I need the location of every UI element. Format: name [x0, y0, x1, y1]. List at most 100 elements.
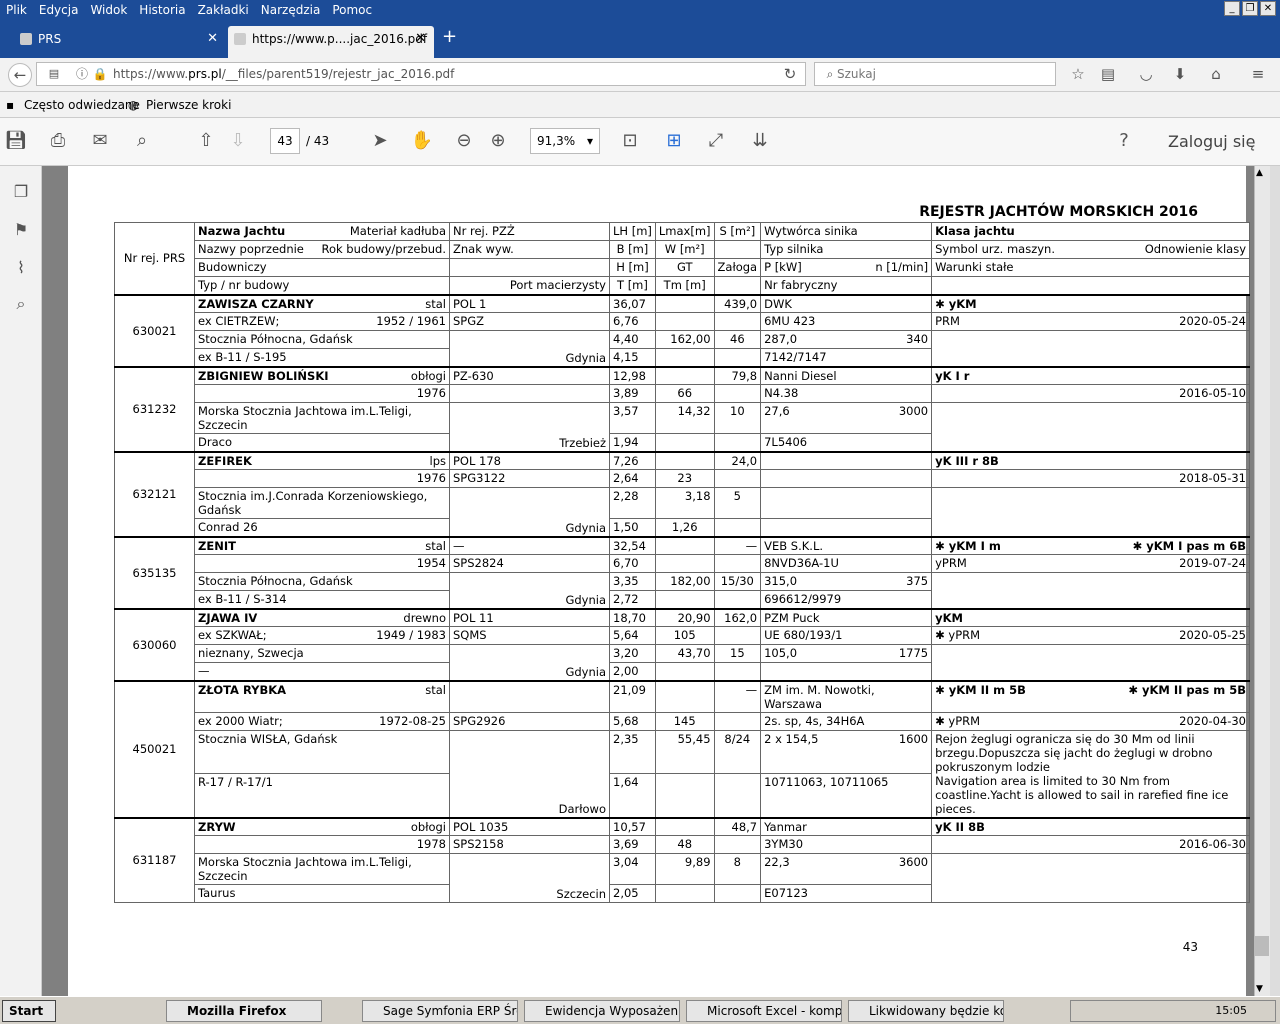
menu-hamburger-icon[interactable]: ≡ — [1246, 63, 1270, 87]
cell-nrf: 10711063, 10711065 — [760, 773, 933, 818]
reading-list-icon[interactable]: ▤ — [1096, 63, 1120, 87]
cell-bud: nieznany, Szwecja — [194, 644, 450, 663]
cell-t: 2,72 — [609, 590, 656, 609]
cell-war — [931, 853, 1250, 903]
login-button[interactable]: Zaloguj się — [1168, 132, 1255, 151]
zoom-select[interactable]: 91,3% ▾ — [530, 128, 600, 154]
cell-w: 48 — [654, 835, 715, 854]
url-bar[interactable]: https://www.prs.pl/__files/parent519/rej… — [36, 62, 806, 86]
identity-icon[interactable]: ▤ — [42, 63, 66, 87]
cell-empty — [713, 662, 762, 681]
scroll-thumb[interactable] — [1255, 936, 1269, 956]
cell-name: ZAWISZA CZARNY stal — [194, 293, 450, 313]
url-prefix: https://www. — [113, 67, 189, 81]
url-path: /__files/parent519/rejestr_jac_2016.pdf — [221, 67, 455, 81]
zoom-out-icon[interactable]: ⊖ — [452, 130, 476, 154]
cell-poprz: 1976 — [194, 469, 450, 488]
back-arrow-icon[interactable]: ← — [8, 63, 32, 87]
taskbar-word[interactable]: Likwidowany będzie kom... — [848, 1000, 1004, 1022]
taskbar-sage[interactable]: Sage Symfonia ERP Środ... — [362, 1000, 518, 1022]
zoom-in-icon[interactable]: ⊕ — [486, 130, 510, 154]
close-tab-icon[interactable]: ✕ — [415, 26, 426, 52]
page-total: / 43 — [306, 134, 330, 148]
table-body: Nr rej. PRS Nazwa Jachtu Materiał kadłuba… — [114, 222, 1250, 903]
cell-empty — [713, 384, 762, 403]
cell-name: ZRYW obłogi — [194, 816, 450, 836]
vertical-scrollbar[interactable]: ▲ ▼ — [1254, 166, 1270, 996]
search-icon[interactable]: ⌕ — [130, 130, 154, 154]
cell-b: 6,76 — [609, 312, 656, 331]
print-icon[interactable]: ⎙ — [46, 130, 70, 154]
pocket-icon[interactable]: ◡ — [1134, 63, 1158, 87]
select-tool-icon[interactable]: ➤ — [368, 130, 392, 154]
cell-w — [654, 312, 715, 331]
cell-w: 23 — [654, 469, 715, 488]
lock-icon[interactable]: 🔒 — [88, 63, 112, 87]
menu-zakladki[interactable]: Zakładki — [192, 0, 255, 17]
cell-typs: 3YM30 — [760, 835, 933, 854]
taskbar-firefox[interactable]: Mozilla Firefox — [166, 1000, 322, 1022]
cell-zal: 10 — [713, 402, 762, 434]
search-icon[interactable]: ⌕ — [10, 294, 32, 316]
cell-zal: 15 — [713, 644, 762, 663]
restore-button[interactable]: ❐ — [1242, 1, 1258, 16]
thumbnails-icon[interactable]: ❐ — [10, 182, 32, 204]
close-window-button[interactable]: ✕ — [1260, 1, 1276, 16]
cell-t: 2,05 — [609, 884, 656, 903]
hand-tool-icon[interactable]: ✋ — [410, 130, 434, 154]
minimize-button[interactable]: _ — [1224, 1, 1240, 16]
tab-pdf[interactable]: https://www.p....jac_2016.pdf ✕ — [228, 26, 434, 58]
start-button[interactable]: Start — [2, 1000, 56, 1022]
cell-bud: Morska Stocznia Jachtowa im.L.Teligi, Sz… — [194, 402, 450, 434]
close-tab-icon[interactable]: ✕ — [207, 26, 218, 52]
col-empty — [713, 276, 762, 295]
bookmark-icon[interactable]: ⚑ — [10, 220, 32, 242]
scroll-mode-icon[interactable]: ⇊ — [748, 130, 772, 154]
col-nr: Nr rej. PRS — [114, 222, 195, 295]
download-icon[interactable]: ⬇ — [1168, 63, 1192, 87]
cell-lh: 10,57 — [609, 816, 656, 836]
col-gt: GT — [654, 258, 715, 277]
menu-narzedzia[interactable]: Narzędzia — [255, 0, 327, 17]
fit-width-icon[interactable]: ⊞ — [662, 130, 686, 154]
taskbar-ewidencja[interactable]: Ewidencja Wyposażenia ... — [524, 1000, 680, 1022]
cell-wytw: DWK — [760, 293, 933, 313]
cell-zal: 8/24 — [713, 729, 762, 775]
bookmark-czesto-odwiedzane[interactable]: Często odwiedzane — [24, 98, 140, 112]
fullscreen-icon[interactable]: ⤢ — [704, 130, 728, 154]
bookmark-star-icon[interactable]: ☆ — [1066, 63, 1090, 87]
bookmark-pierwsze-kroki[interactable]: Pierwsze kroki — [146, 98, 231, 112]
header-poprz: Nazwy poprzednie — [198, 242, 304, 256]
header-n: n [1/min] — [875, 260, 929, 274]
cell-port-area: Trzebież — [449, 402, 610, 452]
previous-page-icon[interactable]: ⇧ — [194, 130, 218, 154]
new-tab-plus-icon[interactable]: + — [442, 26, 457, 47]
save-icon[interactable]: 💾︎ — [4, 130, 28, 154]
attachment-icon[interactable]: ⌇ — [10, 258, 32, 280]
home-icon[interactable]: ⌂ — [1204, 63, 1228, 87]
tab-prs[interactable]: PRS ✕ — [14, 26, 226, 58]
taskbar-excel[interactable]: Microsoft Excel - komput... — [686, 1000, 842, 1022]
menu-pomoc[interactable]: Pomoc — [326, 0, 378, 17]
cell-bud: Morska Stocznia Jachtowa im.L.Teligi, Sz… — [194, 853, 450, 885]
menu-historia[interactable]: Historia — [133, 0, 191, 17]
next-page-icon[interactable]: ⇩ — [226, 130, 250, 154]
help-icon[interactable]: ? — [1112, 130, 1136, 154]
cell-klasa: yK I r — [931, 365, 1250, 385]
scroll-up-icon[interactable]: ▲ — [1256, 168, 1263, 178]
menu-plik[interactable]: Plik — [0, 0, 33, 17]
table-row: 630060 ZJAWA IV drewno POL 11 18,70 20,90 162,… — [114, 607, 1250, 681]
scroll-down-icon[interactable]: ▼ — [1256, 984, 1263, 994]
search-input[interactable]: Szukaj — [814, 62, 1056, 86]
cell-wytw: VEB S.K.L. — [760, 535, 933, 555]
menu-edycja[interactable]: Edycja — [33, 0, 85, 17]
email-icon[interactable]: ✉ — [88, 130, 112, 154]
fit-page-icon[interactable]: ⊡ — [618, 130, 642, 154]
cell-znak — [449, 384, 610, 403]
reload-icon[interactable]: ↻ — [778, 63, 802, 87]
cell-tm — [654, 348, 715, 367]
col-wytw: Wytwórca sinika — [760, 222, 933, 241]
cell-lmax — [654, 679, 715, 713]
page-number-input[interactable]: 43 — [270, 128, 300, 154]
menu-widok[interactable]: Widok — [84, 0, 133, 17]
